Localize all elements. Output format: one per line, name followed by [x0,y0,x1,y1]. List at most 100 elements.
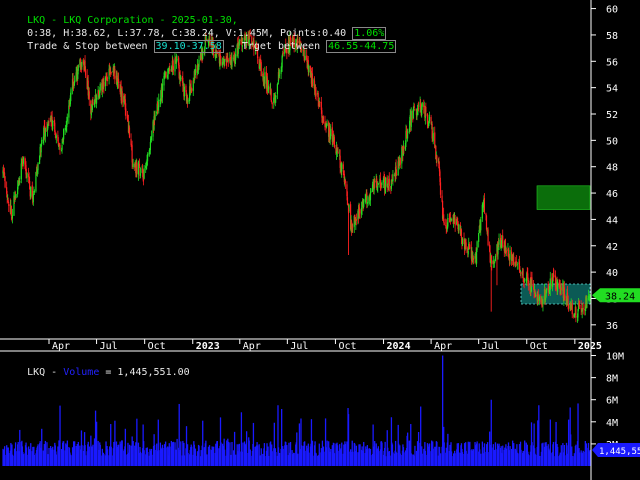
volume-bar [582,450,584,466]
candle [158,93,160,114]
volume-bar [267,455,270,466]
volume-tick-label: 6M [606,396,618,407]
volume-bar [359,444,361,466]
volume-bar [392,452,394,466]
volume-bar [363,441,365,466]
volume-bar [117,444,120,466]
volume-bar [187,452,189,466]
volume-bar [180,441,182,466]
volume-bar [256,445,259,466]
volume-bar [264,456,266,466]
volume-bar [381,442,383,466]
volume-bar [531,442,533,466]
y-tick-label: 54 [606,84,618,95]
volume-bar [546,446,548,466]
y-tick-label: 58 [606,31,618,42]
volume-bar [110,446,112,466]
volume-bar [322,446,325,466]
volume-bar [586,447,588,466]
volume-bar [469,441,471,466]
volume-bar [366,445,369,466]
y-tick-label: 56 [606,57,618,68]
volume-bar [143,450,145,466]
candle [143,165,145,180]
candle [432,127,434,145]
volume-bar [494,442,497,466]
volume-symbol: LKQ - [27,367,64,378]
volume-bar [410,453,412,466]
volume-bar [191,446,193,466]
candle [567,304,570,312]
volume-bar [564,455,566,466]
volume-bar [304,450,306,466]
volume-bar [278,452,281,466]
volume-bar [169,446,171,466]
candle [148,147,150,157]
volume-bar [538,455,540,466]
volume-bar [15,451,17,466]
header-line-3: Trade & Stop between 39.10-37.58 - Trget… [3,27,397,66]
target-prefix: - Trget between [223,41,327,52]
volume-bar [520,449,522,466]
candle [92,96,94,106]
volume-bar [231,441,233,466]
volume-bar [205,454,208,466]
volume-bar [242,442,244,466]
volume-bar [333,453,336,466]
volume-bar [458,452,460,466]
time-axis: Apr Jul Oct 2023 Apr Jul Oct 2024 Apr Jul Oct 2025 [48,339,602,352]
candle [59,143,61,155]
x-tick-label: Apr [243,341,261,352]
volume-bar [428,443,431,466]
volume-bar [330,449,332,466]
volume-bar [121,440,123,466]
target-range: 46.55-44.75 [326,40,397,53]
candle [15,193,17,199]
volume-bar [461,452,464,466]
volume-bar [535,454,537,466]
y-tick-label: 46 [606,189,618,200]
volume-bar [74,441,76,466]
volume-bar [48,447,50,466]
volume-bar [286,445,288,466]
volume-bar [344,443,347,466]
volume-bar [128,444,131,466]
volume-bar [465,450,467,466]
x-tick-label: Oct [338,341,356,352]
volume-tick-label: 8M [606,374,618,385]
volume-bar [447,433,449,466]
volume-bar [103,454,105,466]
volume-bar [388,451,390,466]
candle [531,271,533,287]
volume-bar [374,441,376,466]
volume-bar [44,440,47,466]
candle [324,115,326,131]
volume-bar [414,445,416,466]
volume-bar [450,451,453,466]
volume-bar [66,440,68,466]
y-tick-label: 52 [606,110,618,121]
candle [447,213,449,229]
volume-bar [59,405,61,466]
candle [4,176,6,189]
x-tick-label: 2024 [387,341,411,352]
volume-bar [425,454,427,466]
candle [63,128,65,145]
volume-bar [275,452,277,466]
volume-bar [81,445,83,466]
volume-bar [341,442,343,466]
volume-bar [502,445,504,466]
volume-bar [454,453,456,466]
volume-bar [395,452,398,466]
volume-bar [571,455,573,466]
volume-bar [165,447,167,466]
x-tick-label: Apr [434,341,452,352]
volume-bar [319,452,321,466]
volume-bar [92,444,94,466]
candle [502,229,504,249]
volume-bar [337,450,339,466]
volume-bar [216,441,219,466]
candle [487,227,489,247]
volume-bar [8,452,10,466]
volume-bar [513,443,515,466]
